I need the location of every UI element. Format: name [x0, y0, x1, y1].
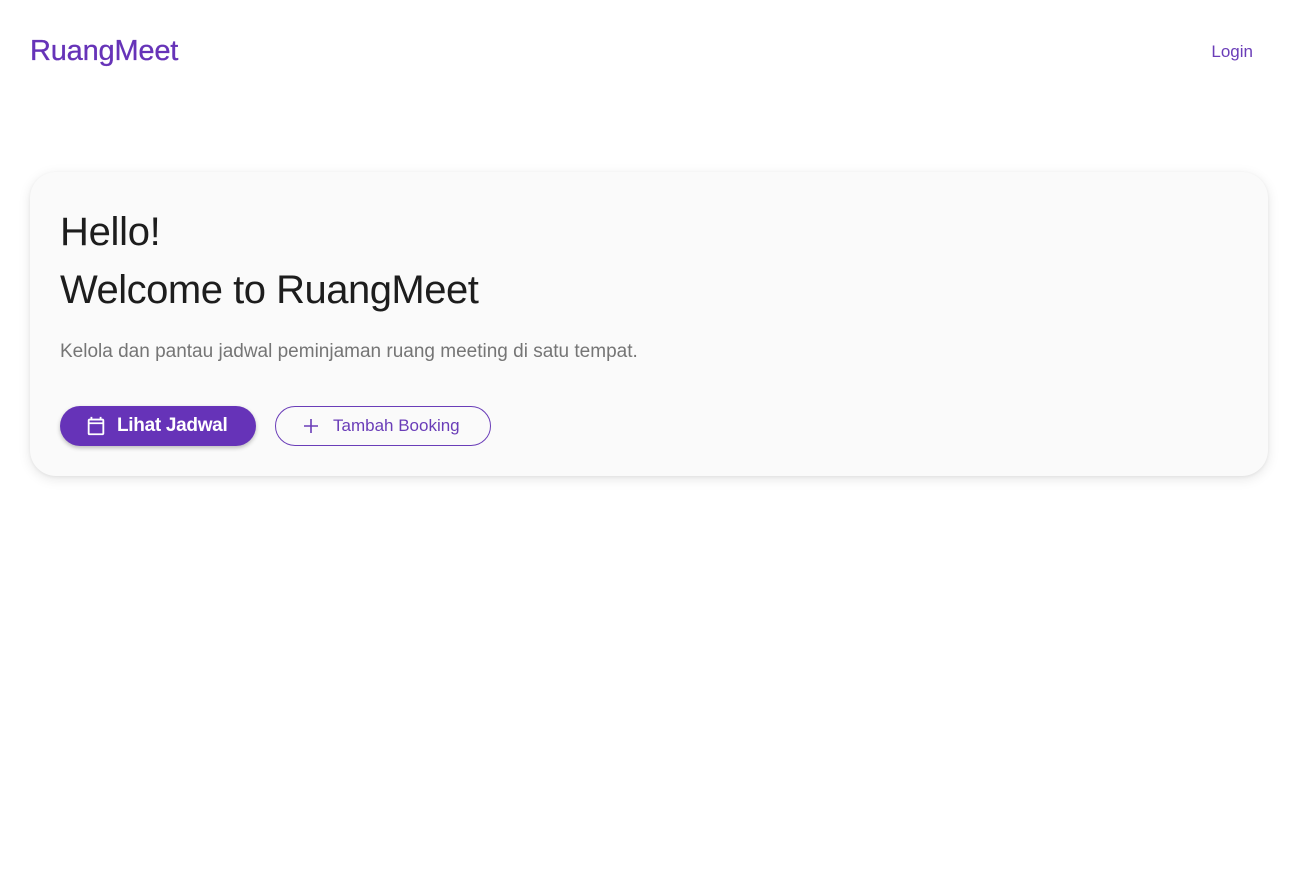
brand-logo[interactable]: RuangMeet [30, 33, 179, 69]
welcome-card: Hello! Welcome to RuangMeet Kelola dan p… [30, 172, 1268, 476]
add-booking-label: Tambah Booking [333, 416, 460, 435]
greeting-heading: Hello! [60, 210, 161, 254]
app-header: RuangMeet Login [0, 0, 1298, 104]
login-link[interactable]: Login [1211, 40, 1253, 64]
page-subtitle: Kelola dan pantau jadwal peminjaman ruan… [60, 341, 638, 362]
view-schedule-button[interactable]: Lihat Jadwal [60, 406, 256, 446]
plus-icon [302, 417, 320, 435]
view-schedule-label: Lihat Jadwal [117, 415, 228, 436]
page-title: Welcome to RuangMeet [60, 268, 479, 312]
add-booking-button[interactable]: Tambah Booking [275, 406, 491, 446]
calendar-icon [84, 414, 108, 438]
